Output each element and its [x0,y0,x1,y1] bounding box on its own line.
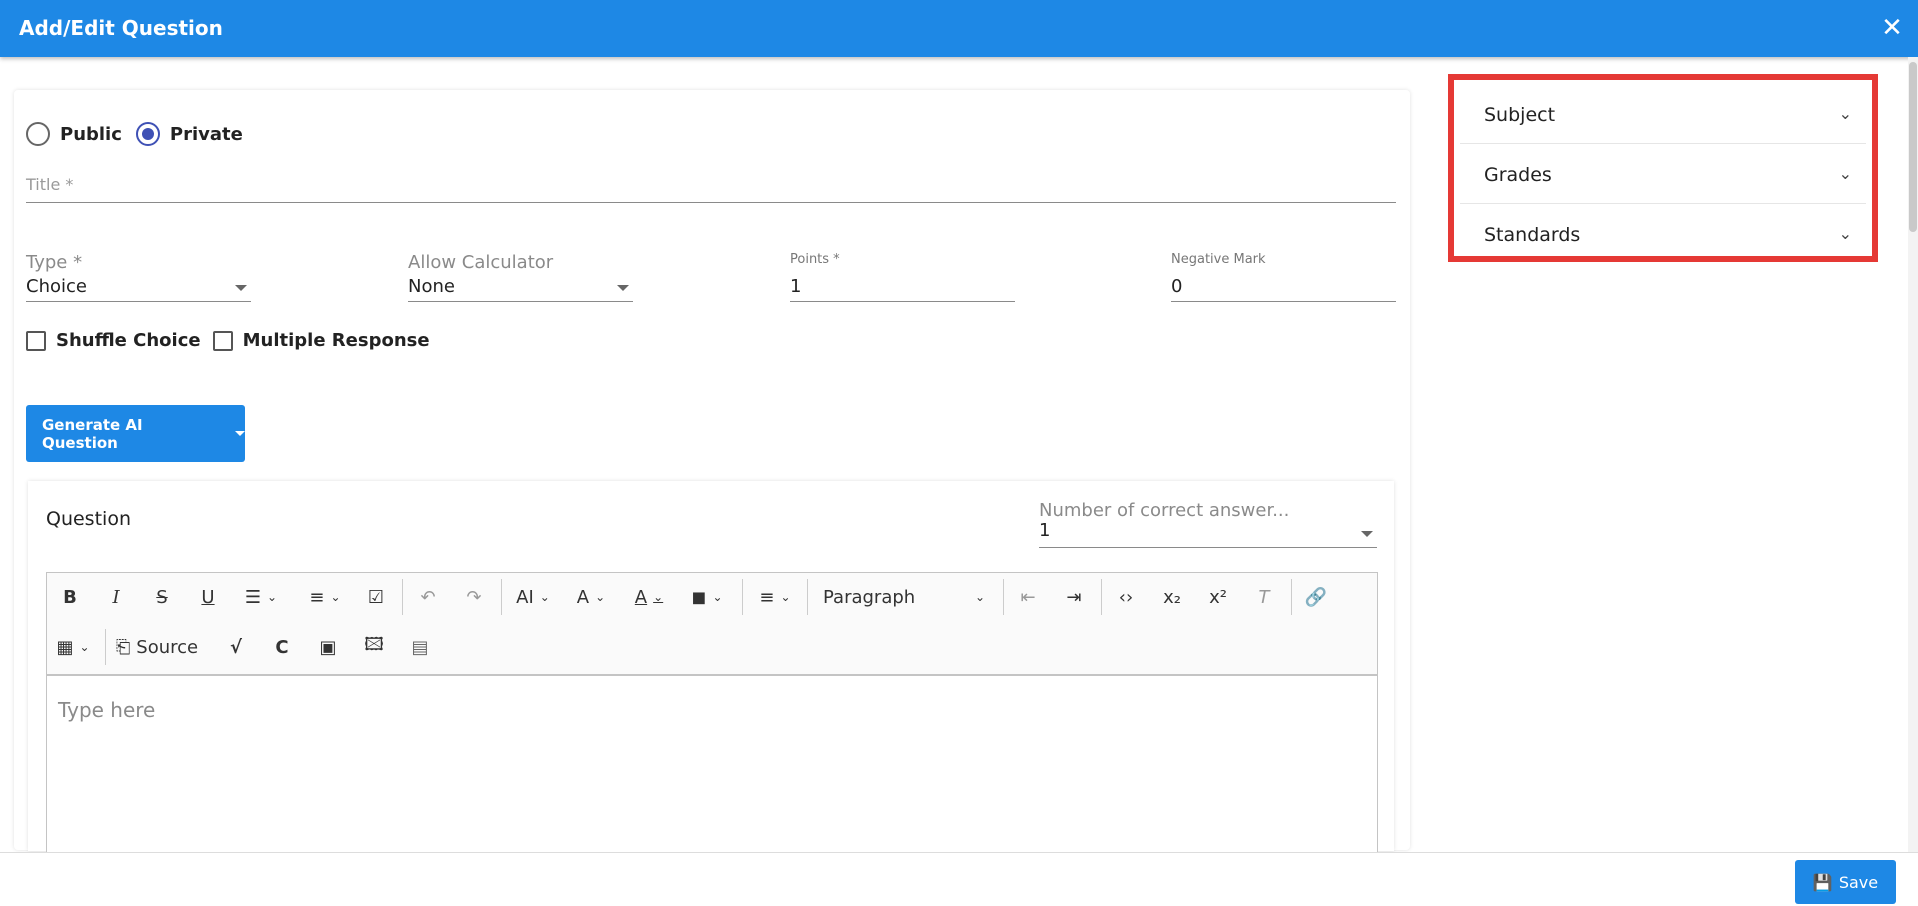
points-input[interactable]: Points * 1 [790,252,1015,302]
font-background-icon[interactable]: ◼ ⌄ [683,581,731,613]
redo-icon[interactable]: ↷ [457,581,491,613]
private-radio[interactable] [135,122,160,146]
remove-format-icon[interactable]: T [1247,581,1281,613]
title-label: Title * [26,175,74,194]
numbered-list-icon[interactable]: ≡ ⌄ [299,581,351,613]
bulleted-list-icon[interactable]: ☰ ⌄ [235,581,287,613]
save-icon: 💾 [1812,872,1833,892]
save-label: Save [1838,872,1879,892]
correct-answers-select[interactable]: Number of correct answer... 1 [1039,500,1377,548]
source-button[interactable]: ⎗ Source [113,631,201,663]
private-radio-label: Private [169,123,243,145]
grades-accordion[interactable]: Grades ⌄ [1460,146,1866,204]
toolbar-divider [402,579,403,615]
paragraph-select[interactable]: Paragraph ⌄ [815,581,993,613]
subject-label: Subject [1484,104,1556,126]
media-embed-icon[interactable]: ▣ [311,631,345,663]
font-size-icon[interactable]: AI ⌄ [509,581,557,613]
todo-list-icon[interactable]: ☑ [359,581,393,613]
underline-icon[interactable]: U [191,581,225,613]
correct-answers-label: Number of correct answer... [1039,500,1290,521]
negative-mark-input[interactable]: Negative Mark 0 [1171,252,1396,302]
toolbar-divider [807,579,808,615]
points-label: Points * [790,252,840,267]
italic-icon[interactable]: I [99,581,133,613]
multiple-response-label: Multiple Response [242,330,430,351]
shuffle-choice-checkbox[interactable] [26,330,46,351]
superscript-icon[interactable]: x² [1201,581,1235,613]
dialog-title: Add/Edit Question [19,16,223,40]
generate-ai-question-button[interactable]: Generate AI Question [26,405,245,462]
shuffle-choice-label: Shuffle Choice [56,330,201,351]
options-checkbox-group: Shuffle Choice Multiple Response [26,330,442,351]
paragraph-label: Paragraph [823,586,916,608]
generate-ai-question-label: Generate AI Question [42,415,143,452]
subscript-icon[interactable]: x₂ [1155,581,1189,613]
editor-toolbar: B I S U ☰ ⌄ ≡ ⌄ ☑ ↶ ↷ AI ⌄ A ⌄ A ⌄ ◼ ⌄ ≡ ⌄ Para… [46,572,1378,675]
title-input[interactable]: Title * [26,175,1396,203]
source-icon: ⎗ [115,636,131,658]
subject-accordion[interactable]: Subject ⌄ [1460,86,1866,144]
code-icon[interactable]: ‹› [1109,581,1143,613]
save-button[interactable]: 💾 Save [1795,860,1896,904]
toolbar-divider [1291,579,1292,615]
allow-calculator-select[interactable]: Allow Calculator None [408,252,633,302]
chevron-down-icon: ⌄ [1838,104,1852,123]
public-radio[interactable] [26,122,50,146]
chevron-down-icon: ⌄ [1838,164,1852,183]
editor-placeholder: Type here [58,698,156,722]
type-select[interactable]: Type * Choice [26,252,251,302]
question-editor[interactable]: Type here [46,675,1378,855]
caret-down-icon [235,285,247,291]
type-label: Type * [26,252,83,273]
caret-down-icon [1361,531,1373,537]
math-icon[interactable]: √ [219,631,253,663]
dialog-header: Add/Edit Question ✕ [0,0,1918,57]
link-icon[interactable]: 🔗 [1299,581,1333,613]
table-icon[interactable]: ▦ ⌄ [51,631,95,663]
source-label: Source [136,636,199,658]
alignment-icon[interactable]: ≡ ⌄ [751,581,799,613]
visibility-radio-group: Public Private [26,122,257,146]
type-value: Choice [26,276,87,297]
points-value: 1 [790,276,802,297]
outdent-icon[interactable]: ⇤ [1011,581,1045,613]
indent-icon[interactable]: ⇥ [1057,581,1091,613]
question-heading: Question [46,508,131,530]
standards-label: Standards [1484,224,1581,246]
font-family-icon[interactable]: A ⌄ [567,581,615,613]
allow-calculator-value: None [408,276,455,297]
undo-icon[interactable]: ↶ [411,581,445,613]
bold-icon[interactable]: B [53,581,87,613]
negative-mark-label: Negative Mark [1171,252,1266,267]
negative-mark-value: 0 [1171,276,1183,297]
toolbar-divider [501,579,502,615]
public-radio-label: Public [60,123,122,145]
toolbar-divider [1101,579,1102,615]
caret-down-icon [235,431,245,436]
document-icon[interactable]: ▤ [403,631,437,663]
dialog-footer [0,852,1918,906]
font-color-icon[interactable]: A ⌄ [625,581,673,613]
insert-image-icon[interactable]: 🖾 [357,631,391,663]
multiple-response-checkbox[interactable] [212,330,233,351]
metadata-panel: Subject ⌄ Grades ⌄ Standards ⌄ [1448,74,1878,262]
scrollbar-thumb[interactable] [1909,62,1917,232]
chemistry-icon[interactable]: C [265,631,299,663]
strikethrough-icon[interactable]: S [145,581,179,613]
close-icon[interactable]: ✕ [1878,14,1906,42]
toolbar-divider [1003,579,1004,615]
grades-label: Grades [1484,164,1552,186]
toolbar-divider [105,629,106,665]
toolbar-divider [742,579,743,615]
correct-answers-value: 1 [1039,520,1051,541]
chevron-down-icon: ⌄ [1838,224,1852,243]
allow-calculator-label: Allow Calculator [408,252,554,273]
caret-down-icon [617,285,629,291]
standards-accordion[interactable]: Standards ⌄ [1460,206,1866,264]
